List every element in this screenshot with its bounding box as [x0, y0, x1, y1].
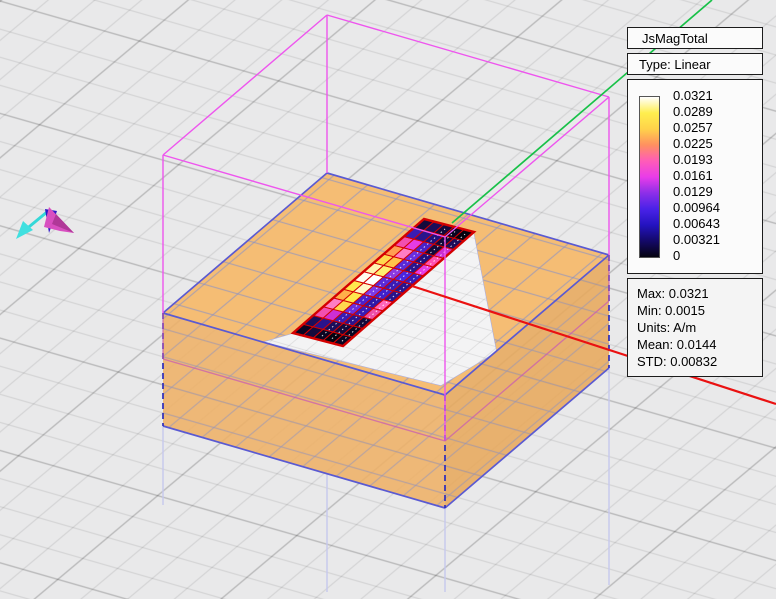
colorbar: [639, 96, 660, 258]
stat-min: Min: 0.0015: [637, 302, 758, 319]
3d-modeler-viewport[interactable]: JsMagTotal Type: Linear 0.0321 0.0289 0.…: [0, 0, 776, 599]
stat-std: STD: 0.00832: [637, 353, 758, 370]
field-plot-legend[interactable]: JsMagTotal Type: Linear 0.0321 0.0289 0.…: [627, 27, 763, 381]
stat-units: Units: A/m: [637, 319, 758, 336]
stat-mean: Mean: 0.0144: [637, 336, 758, 353]
legend-color-scale[interactable]: 0.0321 0.0289 0.0257 0.0225 0.0193 0.016…: [627, 79, 763, 274]
legend-quantity-title[interactable]: JsMagTotal: [627, 27, 763, 49]
legend-statistics: Max: 0.0321 Min: 0.0015 Units: A/m Mean:…: [627, 278, 763, 377]
colorbar-tick-values: 0.0321 0.0289 0.0257 0.0225 0.0193 0.016…: [673, 88, 720, 264]
stat-max: Max: 0.0321: [637, 285, 758, 302]
legend-scale-type[interactable]: Type: Linear: [627, 53, 763, 75]
